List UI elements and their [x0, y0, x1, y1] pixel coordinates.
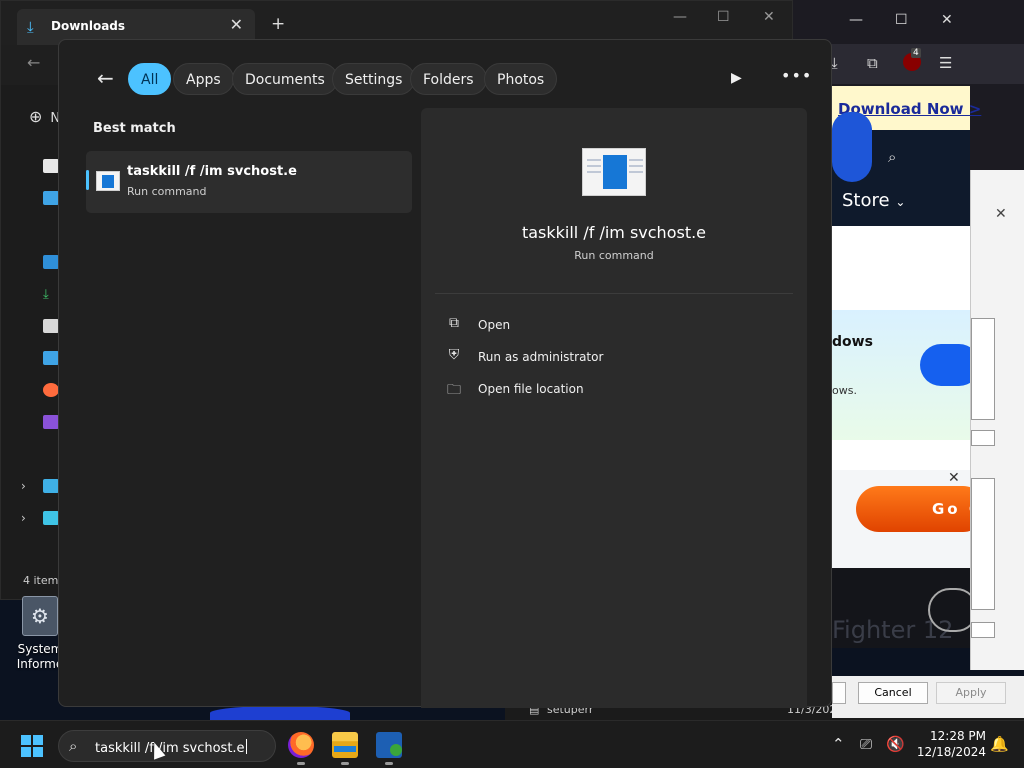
system-information-icon[interactable]	[376, 732, 402, 765]
detail-title: taskkill /f /im svchost.e	[521, 223, 707, 242]
action-open[interactable]: ⧉ Open	[445, 315, 745, 337]
notification-bell-icon[interactable]: 🔔	[990, 735, 1009, 753]
go-ad-button[interactable]: Go C	[856, 486, 986, 532]
extensions-icon[interactable]: ⧉	[867, 54, 878, 72]
ublock-badge: 4	[911, 48, 921, 58]
result-subtitle: Run command	[127, 185, 207, 198]
search-icon: ⌕	[69, 737, 78, 755]
file-explorer-icon[interactable]	[332, 732, 358, 765]
filter-folders[interactable]: Folders	[410, 63, 487, 95]
desktop-icon-label: System	[17, 642, 63, 656]
maximize-icon[interactable]: ☐	[895, 12, 908, 28]
selection-indicator	[86, 170, 89, 190]
explorer-tab-title: Downloads	[51, 19, 126, 33]
search-icon[interactable]: ⌕	[888, 148, 896, 166]
menu-icon[interactable]: ☰	[939, 54, 952, 72]
close-tab-icon[interactable]: ✕	[230, 15, 243, 34]
open-external-icon: ⧉	[449, 315, 459, 331]
dialog-field[interactable]	[971, 430, 995, 446]
result-title: taskkill /f /im svchost.e	[127, 164, 297, 179]
close-icon[interactable]: ✕	[995, 206, 1007, 222]
folder-icon: 🗀	[447, 382, 461, 398]
clock-time: 12:28 PM	[930, 729, 986, 743]
game-ad: ✕ Go C	[832, 470, 986, 568]
close-icon[interactable]: ✕	[763, 9, 775, 25]
filter-photos[interactable]: Photos	[484, 63, 558, 95]
dialog-footer: Cancel Apply	[832, 676, 1024, 718]
chevron-down-icon: ⌄	[895, 195, 906, 209]
apply-button[interactable]: Apply	[936, 682, 1006, 704]
close-icon[interactable]: ✕	[941, 12, 953, 28]
search-input-value[interactable]: taskkill /f /im svchost.e	[95, 741, 245, 756]
more-options-icon[interactable]: •••	[781, 66, 812, 85]
filter-documents[interactable]: Documents	[232, 63, 338, 95]
chevron-up-icon[interactable]: ⌃	[832, 735, 845, 753]
text-caret	[245, 739, 247, 754]
chevron-right-icon[interactable]: ›	[21, 479, 26, 493]
minimize-icon[interactable]: —	[849, 12, 863, 28]
music-folder-icon[interactable]	[43, 383, 59, 397]
game-banner: Fighter 12	[832, 568, 978, 648]
divider	[435, 293, 793, 294]
promo-banner: dows ows.	[832, 310, 980, 440]
start-button[interactable]	[21, 735, 43, 757]
downloads-folder-icon[interactable]: ⤓	[43, 287, 59, 302]
filter-all[interactable]: All	[128, 63, 172, 95]
filter-apps[interactable]: Apps	[173, 63, 234, 95]
promo-title: dows	[832, 334, 873, 350]
network-icon[interactable]	[43, 511, 59, 525]
taskbar-search-box[interactable]: ⌕ taskkill /f /im svchost.e	[58, 730, 276, 762]
this-pc-icon[interactable]	[43, 479, 59, 493]
pointing-hand-ad-graphic	[832, 112, 872, 182]
action-run-as-administrator[interactable]: ⛨ Run as administrator	[445, 347, 745, 369]
detail-subtitle: Run command	[574, 249, 654, 262]
documents-folder-icon[interactable]	[43, 319, 59, 333]
dialog-field[interactable]	[971, 318, 995, 420]
clock-date: 12/18/2024	[916, 745, 986, 759]
new-button[interactable]: ⊕ N	[29, 107, 60, 126]
new-tab-button[interactable]: +	[271, 14, 285, 34]
videos-folder-icon[interactable]	[43, 415, 59, 429]
best-match-heading: Best match	[93, 121, 176, 136]
desktop-icon-label: Informe	[16, 657, 64, 671]
desktop-folder-icon[interactable]	[43, 255, 59, 269]
action-label: Open file location	[478, 382, 584, 396]
run-command-icon	[582, 148, 646, 196]
chevron-right-icon[interactable]: ›	[21, 511, 26, 525]
home-icon[interactable]	[43, 159, 59, 173]
result-detail-pane: taskkill /f /im svchost.e Run command ⧉ …	[421, 108, 807, 708]
best-match-result[interactable]: taskkill /f /im svchost.e Run command	[86, 151, 412, 213]
cancel-button[interactable]: Cancel	[858, 682, 928, 704]
firefox-icon[interactable]	[288, 732, 314, 765]
download-icon: ⤓	[27, 18, 34, 36]
dialog-button-partial[interactable]	[832, 682, 846, 704]
dialog-field[interactable]	[971, 478, 995, 610]
gallery-icon[interactable]	[43, 191, 59, 205]
close-ad-icon[interactable]: ✕	[948, 470, 960, 486]
dialog-field[interactable]	[971, 622, 995, 638]
admin-shield-icon: ⛨	[448, 347, 460, 363]
wallpaper-swoosh	[210, 706, 350, 720]
action-label: Open	[478, 318, 511, 332]
filter-settings[interactable]: Settings	[332, 63, 416, 95]
clock[interactable]: 12:28 PM 12/18/2024	[914, 728, 986, 760]
start-search-panel: ← All Apps Documents Settings Folders Ph…	[58, 39, 832, 708]
action-label: Run as administrator	[478, 350, 604, 364]
action-open-file-location[interactable]: 🗀 Open file location	[445, 379, 745, 401]
gear-icon: ⚙	[22, 596, 58, 636]
back-arrow-icon[interactable]: ←	[27, 53, 40, 72]
volume-muted-icon[interactable]: 🔇	[886, 735, 905, 753]
promo-text: ows.	[832, 384, 857, 397]
minimize-icon[interactable]: —	[673, 9, 687, 25]
pictures-folder-icon[interactable]	[43, 351, 59, 365]
maximize-icon[interactable]: ☐	[717, 9, 730, 25]
back-arrow-icon[interactable]: ←	[97, 66, 114, 90]
network-icon[interactable]: ⎚	[860, 735, 872, 753]
properties-dialog: ✕	[970, 170, 1024, 670]
play-icon[interactable]: ▶	[731, 70, 742, 86]
store-menu[interactable]: Store ⌄	[842, 190, 905, 211]
store-label: Store	[842, 190, 890, 211]
run-command-icon	[96, 171, 120, 191]
